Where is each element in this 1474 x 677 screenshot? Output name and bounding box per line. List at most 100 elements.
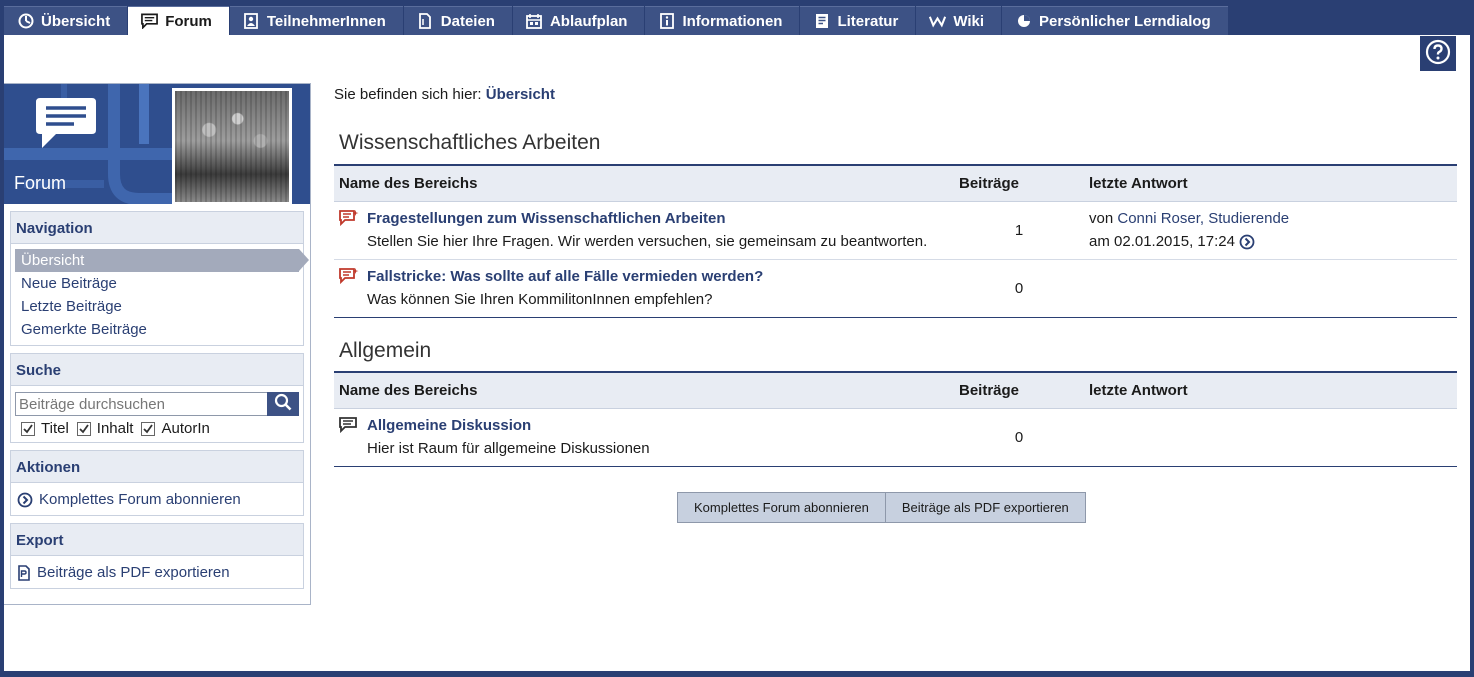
schedule-icon: [526, 13, 543, 29]
tab-label: Ablaufplan: [549, 12, 628, 30]
last-reply-author-link[interactable]: Conni Roser, Studierende: [1117, 210, 1289, 227]
content-frame: Forum Navigation Übersicht Neue Beiträge…: [4, 35, 1470, 671]
last-reply-date: am 02.01.2015, 17:24: [1089, 233, 1235, 250]
tab-schedule[interactable]: Ablaufplan: [512, 6, 645, 35]
forum-header-banner: Forum: [4, 84, 310, 204]
export-pdf-button[interactable]: Beiträge als PDF exportieren: [885, 492, 1086, 523]
post-count: 0: [954, 259, 1084, 318]
checkbox-content[interactable]: [76, 421, 91, 436]
area-title-link[interactable]: Fragestellungen zum Wissenschaftlichen A…: [367, 207, 927, 230]
participants-icon: [243, 13, 260, 29]
column-header-name: Name des Bereichs: [334, 164, 954, 202]
forum-sidebar: Forum Navigation Übersicht Neue Beiträge…: [4, 83, 311, 605]
tab-label: Persönlicher Lerndialog: [1039, 12, 1211, 30]
navigation-box: Navigation Übersicht Neue Beiträge Letzt…: [10, 211, 309, 346]
checkbox-author-label: AutorIn: [161, 420, 210, 437]
export-pdf-label: Beiträge als PDF exportieren: [37, 564, 230, 581]
go-to-post-icon[interactable]: [1239, 234, 1255, 250]
check-icon: [23, 423, 33, 433]
last-reply-prefix: von: [1089, 210, 1114, 227]
learning-dialog-icon: [1015, 13, 1032, 29]
tab-overview[interactable]: Übersicht: [4, 6, 128, 35]
forum-icon: [141, 13, 159, 29]
column-header-count: Beiträge: [954, 164, 1084, 202]
post-count: 1: [954, 201, 1084, 260]
actions-title: Aktionen: [11, 451, 303, 483]
last-reply-empty: [1084, 408, 1457, 467]
table-row: Allgemeine Diskussion Hier ist Raum für …: [334, 408, 1457, 467]
area-description: Was können Sie Ihren KommilitonInnen emp…: [367, 291, 713, 308]
area-title-link[interactable]: Fallstricke: Was sollte auf alle Fälle v…: [367, 265, 763, 288]
breadcrumb: Sie befinden sich hier: Übersicht: [334, 86, 555, 103]
check-icon: [79, 423, 89, 433]
category-title: Wissenschaftliches Arbeiten: [339, 131, 601, 154]
export-title: Export: [11, 524, 303, 556]
category-table: Name des Bereichs Beiträge letzte Antwor…: [334, 164, 1457, 318]
search-icon: [274, 393, 292, 415]
checkbox-title[interactable]: [21, 421, 35, 436]
lecture-hall-image: [175, 91, 289, 202]
forum-header-photo: [172, 88, 292, 204]
column-header-last-reply: letzte Antwort: [1084, 164, 1457, 202]
tab-label: Literatur: [837, 12, 899, 30]
nav-item-bookmarked-posts[interactable]: Gemerkte Beiträge: [15, 318, 299, 341]
area-title-link[interactable]: Allgemeine Diskussion: [367, 414, 650, 437]
literature-icon: [813, 13, 830, 29]
new-posts-icon: [339, 265, 367, 289]
search-box: Suche Titel Inhalt AutorIn: [10, 353, 304, 443]
actions-box: Aktionen Komplettes Forum abonnieren: [10, 450, 304, 516]
tab-participants[interactable]: TeilnehmerInnen: [229, 6, 403, 35]
tab-label: TeilnehmerInnen: [266, 12, 386, 30]
table-row: Fragestellungen zum Wissenschaftlichen A…: [334, 201, 1457, 260]
column-header-name: Name des Bereichs: [334, 371, 954, 409]
area-description: Stellen Sie hier Ihre Fragen. Wir werden…: [367, 233, 928, 250]
checkbox-title-label: Titel: [41, 420, 69, 437]
column-header-count: Beiträge: [954, 371, 1084, 409]
search-title: Suche: [11, 354, 303, 386]
tab-forum[interactable]: Forum: [128, 6, 229, 35]
pdf-file-icon: [17, 564, 31, 581]
breadcrumb-current-link[interactable]: Übersicht: [486, 86, 555, 103]
subscribe-forum-label: Komplettes Forum abonnieren: [39, 491, 241, 508]
nav-item-new-posts[interactable]: Neue Beiträge: [15, 272, 299, 295]
discussion-icon: [339, 414, 367, 438]
wiki-icon: [929, 13, 947, 29]
new-posts-icon: [339, 207, 367, 231]
info-icon: [658, 13, 675, 29]
files-icon: [417, 13, 434, 29]
tab-learning-dialog[interactable]: Persönlicher Lerndialog: [1002, 6, 1228, 35]
tab-wiki[interactable]: Wiki: [916, 6, 1002, 35]
checkbox-author[interactable]: [141, 421, 156, 436]
tab-files[interactable]: Dateien: [403, 6, 512, 35]
tab-label: Wiki: [953, 12, 985, 30]
nav-item-latest-posts[interactable]: Letzte Beiträge: [15, 295, 299, 318]
tab-label: Dateien: [440, 12, 495, 30]
main-tab-bar: Übersicht Forum TeilnehmerInnen Dateien …: [0, 0, 1474, 35]
tab-label: Informationen: [682, 12, 783, 30]
area-description: Hier ist Raum für allgemeine Diskussione…: [367, 440, 650, 457]
nav-item-overview[interactable]: Übersicht: [15, 249, 309, 272]
category-table: Name des Bereichs Beiträge letzte Antwor…: [334, 371, 1457, 467]
checkbox-content-label: Inhalt: [96, 420, 134, 437]
export-box: Export Beiträge als PDF exportieren: [10, 523, 304, 589]
help-button[interactable]: [1420, 36, 1456, 71]
tab-literature[interactable]: Literatur: [800, 6, 916, 35]
category-title: Allgemein: [339, 339, 432, 362]
export-pdf-link[interactable]: Beiträge als PDF exportieren: [15, 562, 299, 583]
last-reply-empty: [1084, 259, 1457, 318]
subscribe-forum-button[interactable]: Komplettes Forum abonnieren: [677, 492, 886, 523]
table-row: Fallstricke: Was sollte auf alle Fälle v…: [334, 259, 1457, 318]
column-header-last-reply: letzte Antwort: [1084, 371, 1457, 409]
circle-arrow-icon: [17, 492, 33, 508]
sidebar-header-title: Forum: [14, 173, 67, 193]
search-input[interactable]: [15, 392, 267, 416]
tab-label: Forum: [165, 12, 212, 30]
tab-information[interactable]: Informationen: [645, 6, 800, 35]
footer-button-group: Komplettes Forum abonnieren Beiträge als…: [677, 492, 1086, 523]
post-count: 0: [954, 408, 1084, 467]
search-button[interactable]: [267, 392, 299, 416]
tab-label: Übersicht: [41, 12, 111, 30]
check-icon: [143, 423, 154, 433]
subscribe-forum-link[interactable]: Komplettes Forum abonnieren: [15, 489, 299, 510]
speech-bubble-icon: [34, 94, 98, 156]
